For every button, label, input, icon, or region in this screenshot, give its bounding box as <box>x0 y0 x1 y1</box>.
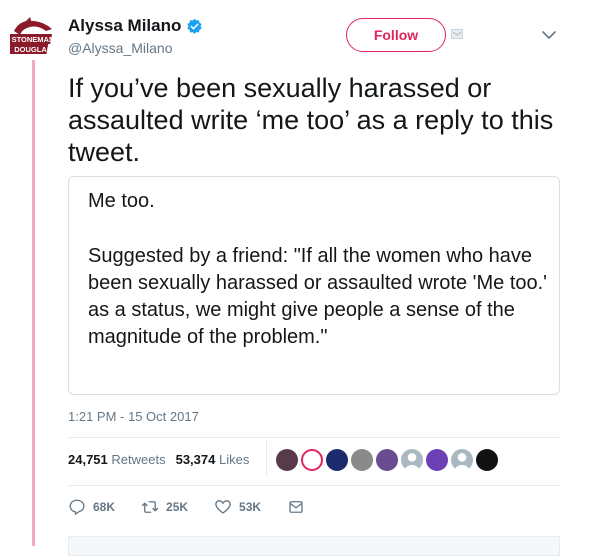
retweets-stat[interactable]: 24,751 Retweets <box>68 452 166 467</box>
liker-avatar-2[interactable] <box>301 449 323 471</box>
divider <box>68 485 560 486</box>
author-display-name[interactable]: Alyssa Milano <box>68 16 181 36</box>
retweets-label: Retweets <box>111 452 166 467</box>
tweet-stats: 24,751 Retweets 53,374 Likes <box>68 452 259 467</box>
verified-badge-icon <box>187 18 202 34</box>
liker-avatar-4[interactable] <box>351 449 373 471</box>
retweet-icon <box>141 501 159 513</box>
envelope-icon <box>289 501 303 513</box>
tweet-text: If you’ve been sexually harassed or assa… <box>68 73 554 167</box>
avatar[interactable]: STONEMAN DOUGLAS <box>10 17 56 57</box>
avatar-logo-line1: STONEMAN <box>12 35 55 44</box>
liker-avatar-7[interactable] <box>426 449 448 471</box>
reply-action[interactable]: 68K <box>68 498 115 516</box>
likes-count: 53,374 <box>175 452 216 467</box>
retweet-count: 25K <box>166 500 189 514</box>
quoted-status-card[interactable]: Me too. Suggested by a friend: "If all t… <box>68 176 560 395</box>
liker-avatar-5[interactable] <box>376 449 398 471</box>
follow-button[interactable]: Follow <box>346 18 446 52</box>
retweet-action[interactable]: 25K <box>141 498 188 516</box>
direct-message-action[interactable] <box>287 498 305 516</box>
chevron-down-icon[interactable] <box>542 30 556 40</box>
retweets-count: 24,751 <box>68 452 108 467</box>
quote-line-2: Suggested by a friend: "If all the women… <box>88 245 548 348</box>
thread-line <box>32 60 35 546</box>
author-info: Alyssa Milano @Alyssa_Milano <box>68 16 203 56</box>
reply-icon <box>69 499 85 515</box>
author-handle[interactable]: @Alyssa_Milano <box>68 40 203 56</box>
stats-separator <box>266 440 267 476</box>
tweet-timestamp[interactable]: 1:21 PM - 15 Oct 2017 <box>68 409 199 424</box>
likes-stat[interactable]: 53,374 Likes <box>176 452 250 467</box>
heart-icon <box>215 500 231 514</box>
liker-avatars <box>276 449 498 471</box>
liker-avatar-3[interactable] <box>326 449 348 471</box>
like-count: 53K <box>239 500 262 514</box>
notification-icon <box>451 29 463 39</box>
reply-input[interactable] <box>68 536 560 556</box>
tweet-actions: 68K 25K 53K <box>68 498 331 516</box>
liker-avatar-8[interactable] <box>451 449 473 471</box>
reply-count: 68K <box>93 500 116 514</box>
avatar-logo-line2: DOUGLAS <box>14 45 52 54</box>
liker-avatar-9[interactable] <box>476 449 498 471</box>
like-action[interactable]: 53K <box>214 498 261 516</box>
likes-label: Likes <box>218 452 250 467</box>
quote-line-1: Me too. <box>88 190 155 212</box>
liker-avatar-6[interactable] <box>401 449 423 471</box>
liker-avatar-1[interactable] <box>276 449 298 471</box>
divider <box>68 437 560 438</box>
